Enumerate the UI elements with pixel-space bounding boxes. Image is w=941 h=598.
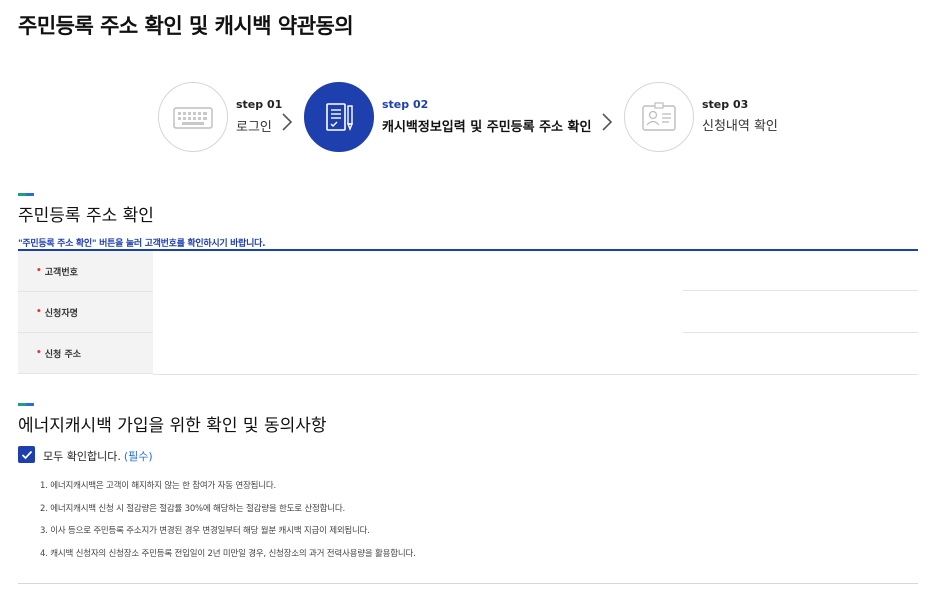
- id-card-icon: [642, 102, 676, 131]
- agree-all-text: 모두 확인합니다.: [43, 450, 121, 463]
- terms-item: 1. 에너지캐시백은 고객이 해지하지 않는 한 참여가 자동 연장됩니다.: [40, 481, 276, 491]
- chevron-right-icon: [282, 113, 293, 131]
- address-section-title: 주민등록 주소 확인: [18, 206, 154, 226]
- step-3-circle: [624, 82, 694, 152]
- terms-item: 3. 이사 등으로 주민등록 주소지가 변경된 경우 변경일부터 해당 월분 캐…: [40, 526, 370, 536]
- row-label-text: 신청자명: [44, 308, 78, 319]
- agree-all-label[interactable]: 모두 확인합니다. (필수): [43, 448, 153, 464]
- step-3-label: 신청내역 확인: [702, 119, 778, 134]
- bottom-divider: [18, 583, 918, 584]
- customer-number-label: • 고객번호: [18, 251, 153, 292]
- applicant-address-label: • 신청 주소: [18, 333, 153, 374]
- step-2-label: 캐시백정보입력 및 주민등록 주소 확인: [382, 120, 592, 135]
- required-marker: •: [36, 348, 42, 358]
- row-label-text: 신청 주소: [44, 349, 82, 360]
- step-1-circle: [158, 82, 228, 152]
- terms-item: 4. 캐시백 신청자의 신청장소 주민등록 전입일이 2년 미만일 경우, 신청…: [40, 548, 416, 559]
- step-1-label: 로그인: [236, 120, 272, 135]
- applicant-name-label: • 신청자명: [18, 292, 153, 333]
- step-2-circle: [304, 82, 374, 152]
- keyboard-icon: [173, 107, 213, 129]
- row-divider: [683, 290, 918, 291]
- terms-list: 1. 에너지캐시백은 고객이 해지하지 않는 한 참여가 자동 연장됩니다. 2…: [40, 479, 416, 569]
- row-divider: [153, 374, 918, 375]
- document-pencil-icon: [326, 103, 354, 131]
- agree-all-checkbox[interactable]: [18, 446, 35, 463]
- step-3-number: step 03: [702, 98, 749, 111]
- required-marker: •: [36, 307, 42, 317]
- row-divider: [683, 332, 918, 333]
- address-notice: "주민등록 주소 확인" 버튼을 눌러 고객번호를 확인하시기 바랍니다.: [18, 239, 266, 249]
- consent-section-title: 에너지캐시백 가입을 위한 확인 및 동의사항: [18, 416, 327, 436]
- required-marker: •: [36, 266, 42, 276]
- terms-item: 2. 에너지캐시백 신청 시 절감량은 절감률 30%에 해당하는 절감량을 한…: [40, 503, 345, 514]
- table-top-border: [18, 249, 918, 251]
- page-title: 주민등록 주소 확인 및 캐시백 약관동의: [18, 14, 354, 38]
- section-accent-bar: [18, 193, 34, 196]
- required-tag: (필수): [123, 450, 153, 463]
- section-accent-bar: [18, 403, 34, 406]
- checkmark-icon: [21, 450, 32, 459]
- step-2-number: step 02: [382, 98, 429, 111]
- row-label-text: 고객번호: [44, 267, 78, 278]
- chevron-right-icon: [602, 113, 613, 131]
- step-1-number: step 01: [236, 98, 283, 111]
